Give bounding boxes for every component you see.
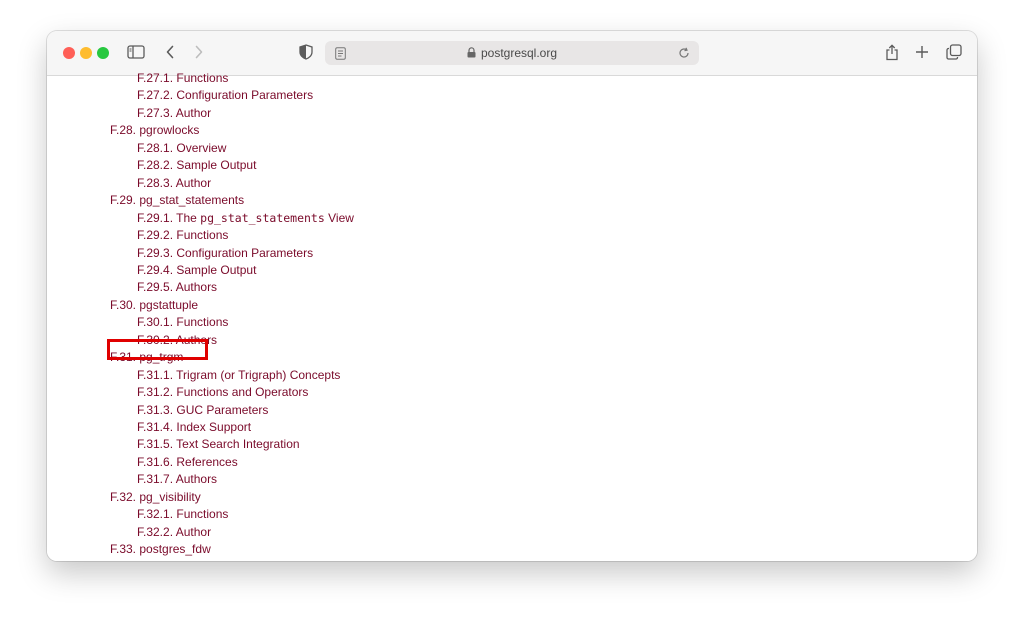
toc-text: Authors bbox=[175, 472, 218, 487]
reload-icon[interactable] bbox=[677, 46, 691, 60]
toc-text: Configuration Parameters bbox=[176, 88, 314, 103]
toc-number: F.33. bbox=[110, 542, 140, 557]
toc-text: View bbox=[324, 210, 354, 225]
toc-link[interactable]: F.31.4. Index Support bbox=[137, 419, 251, 435]
zoom-window-button[interactable] bbox=[97, 47, 109, 59]
toc-text: Functions bbox=[176, 315, 229, 330]
toc-number: F.29.1. bbox=[137, 210, 177, 225]
toc-text: pg_visibility bbox=[139, 489, 201, 504]
toc-text: Authors bbox=[175, 280, 218, 295]
toc-link[interactable]: F.31.2. Functions and Operators bbox=[137, 384, 308, 400]
toc-link[interactable]: F.31.1. Trigram (or Trigraph) Concepts bbox=[137, 367, 340, 383]
toc-link[interactable]: F.29.5. Authors bbox=[137, 279, 217, 295]
toc-number: F.28.2. bbox=[137, 158, 177, 173]
toc-link[interactable]: F.30.1. Functions bbox=[137, 314, 228, 330]
toc-code: pg_stat_statements bbox=[200, 210, 325, 225]
new-tab-plus-icon[interactable] bbox=[911, 41, 933, 63]
toc-text: Functions and Operators bbox=[176, 385, 309, 400]
share-icon[interactable] bbox=[881, 41, 903, 63]
toc-link[interactable]: F.29.3. Configuration Parameters bbox=[137, 245, 313, 261]
page-content: F.27.1. Functions F.27.2. Configuration P… bbox=[47, 71, 977, 561]
toc-text: Index Support bbox=[176, 420, 252, 434]
toc-text: GUC Parameters bbox=[176, 402, 269, 417]
toc-number: F.29.2. bbox=[137, 228, 177, 243]
sidebar-toggle-icon[interactable] bbox=[125, 41, 147, 63]
toc-number: F.28. bbox=[110, 123, 140, 138]
toc-text: postgres_fdw bbox=[139, 542, 211, 557]
toc-text: The bbox=[176, 210, 201, 225]
toc-number: F.32.1. bbox=[137, 507, 177, 522]
toc-number: F.28.1. bbox=[137, 140, 177, 155]
tab-overview-icon[interactable] bbox=[943, 41, 965, 63]
toc-link[interactable]: F.32.1. Functions bbox=[137, 506, 228, 522]
toc-text: Functions bbox=[176, 71, 229, 85]
toc-link[interactable]: F.30. pgstattuple bbox=[110, 297, 198, 313]
toc-number: F.31.2. bbox=[137, 385, 177, 400]
toc-link[interactable]: F.28.3. Author bbox=[137, 175, 211, 191]
toc-text: Configuration Parameters bbox=[176, 245, 314, 260]
toc-number: F.30. bbox=[110, 297, 140, 312]
toc-link[interactable]: F.27.2. Configuration Parameters bbox=[137, 87, 313, 103]
toc-text: Author bbox=[175, 105, 212, 120]
toc-number: F.30.1. bbox=[137, 315, 177, 330]
toc-link[interactable]: F.32. pg_visibility bbox=[110, 489, 201, 505]
toc-text: Overview bbox=[176, 140, 227, 155]
address-bar[interactable]: postgresql.org bbox=[325, 41, 699, 65]
toc-text: References bbox=[176, 454, 238, 469]
toc-number: F.31.5. bbox=[137, 437, 177, 452]
toc-text: pgstattuple bbox=[139, 297, 199, 312]
toc-text: pgrowlocks bbox=[139, 123, 200, 138]
close-window-button[interactable] bbox=[63, 47, 75, 59]
toc-link[interactable]: F.31.5. Text Search Integration bbox=[137, 436, 300, 452]
toc-number: F.32. bbox=[110, 489, 140, 504]
privacy-shield-icon[interactable] bbox=[295, 41, 317, 63]
toc-text: pg_stat_statements bbox=[139, 193, 245, 208]
toc-link[interactable]: F.29.1. The pg_stat_statements View bbox=[137, 210, 354, 226]
toc-link[interactable]: F.28.1. Overview bbox=[137, 140, 226, 156]
toc-number: F.31.6. bbox=[137, 454, 177, 469]
address-url[interactable]: postgresql.org bbox=[325, 41, 699, 65]
toc-number: F.27.3. bbox=[137, 105, 176, 120]
toc-link[interactable]: F.28. pgrowlocks bbox=[110, 122, 199, 138]
toc-link[interactable]: F.28.2. Sample Output bbox=[137, 157, 256, 173]
toc-text: Author bbox=[175, 524, 212, 539]
toc-text: Text Search Integration bbox=[176, 437, 300, 452]
toc-link[interactable]: F.31.7. Authors bbox=[137, 471, 217, 487]
toc-link[interactable]: F.27.3. Author bbox=[137, 105, 211, 121]
minimize-window-button[interactable] bbox=[80, 47, 92, 59]
forward-arrow-icon[interactable] bbox=[188, 41, 210, 63]
toc-text: Functions bbox=[176, 507, 229, 522]
toc-link[interactable]: F.31.6. References bbox=[137, 454, 238, 470]
toc-number: F.29.4. bbox=[137, 262, 177, 277]
toc-link[interactable]: F.27.1. Functions bbox=[137, 70, 228, 86]
toc-text: Author bbox=[175, 175, 212, 190]
toc-number: F.29. bbox=[110, 193, 140, 208]
toc-link[interactable]: F.29.4. Sample Output bbox=[137, 262, 256, 278]
toc-link[interactable]: F.31.3. GUC Parameters bbox=[137, 402, 268, 418]
toc-text: Sample Output bbox=[176, 262, 257, 277]
toc-number: F.32.2. bbox=[137, 524, 176, 539]
toc-text: Functions bbox=[176, 228, 229, 243]
toc-link[interactable]: F.29.2. Functions bbox=[137, 227, 228, 243]
toc-number: F.29.3. bbox=[137, 245, 177, 260]
toc-number: F.27.2. bbox=[137, 88, 177, 103]
toc-number: F.28.3. bbox=[137, 175, 176, 190]
url-text: postgresql.org bbox=[480, 46, 558, 60]
lock-icon bbox=[467, 42, 476, 66]
toc-link[interactable]: F.29. pg_stat_statements bbox=[110, 192, 244, 208]
back-arrow-icon[interactable] bbox=[159, 41, 181, 63]
toc-number: F.31.4. bbox=[137, 420, 177, 434]
toc-text: Trigram (or Trigraph) Concepts bbox=[176, 367, 341, 382]
toc-link[interactable]: F.32.2. Author bbox=[137, 524, 211, 540]
toc-number: F.31.7. bbox=[137, 472, 176, 487]
browser-window: postgresql.org F.27.1. Functions F.27.2. … bbox=[47, 31, 977, 561]
toc-number: F.29.5. bbox=[137, 280, 176, 295]
toc-number: F.27.1. bbox=[137, 71, 177, 85]
highlight-box bbox=[107, 339, 208, 360]
toc-number: F.31.3. bbox=[137, 402, 177, 417]
toc-text: Sample Output bbox=[176, 158, 257, 173]
toc-number: F.31.1. bbox=[137, 367, 177, 382]
toc-link[interactable]: F.33. postgres_fdw bbox=[110, 541, 211, 557]
